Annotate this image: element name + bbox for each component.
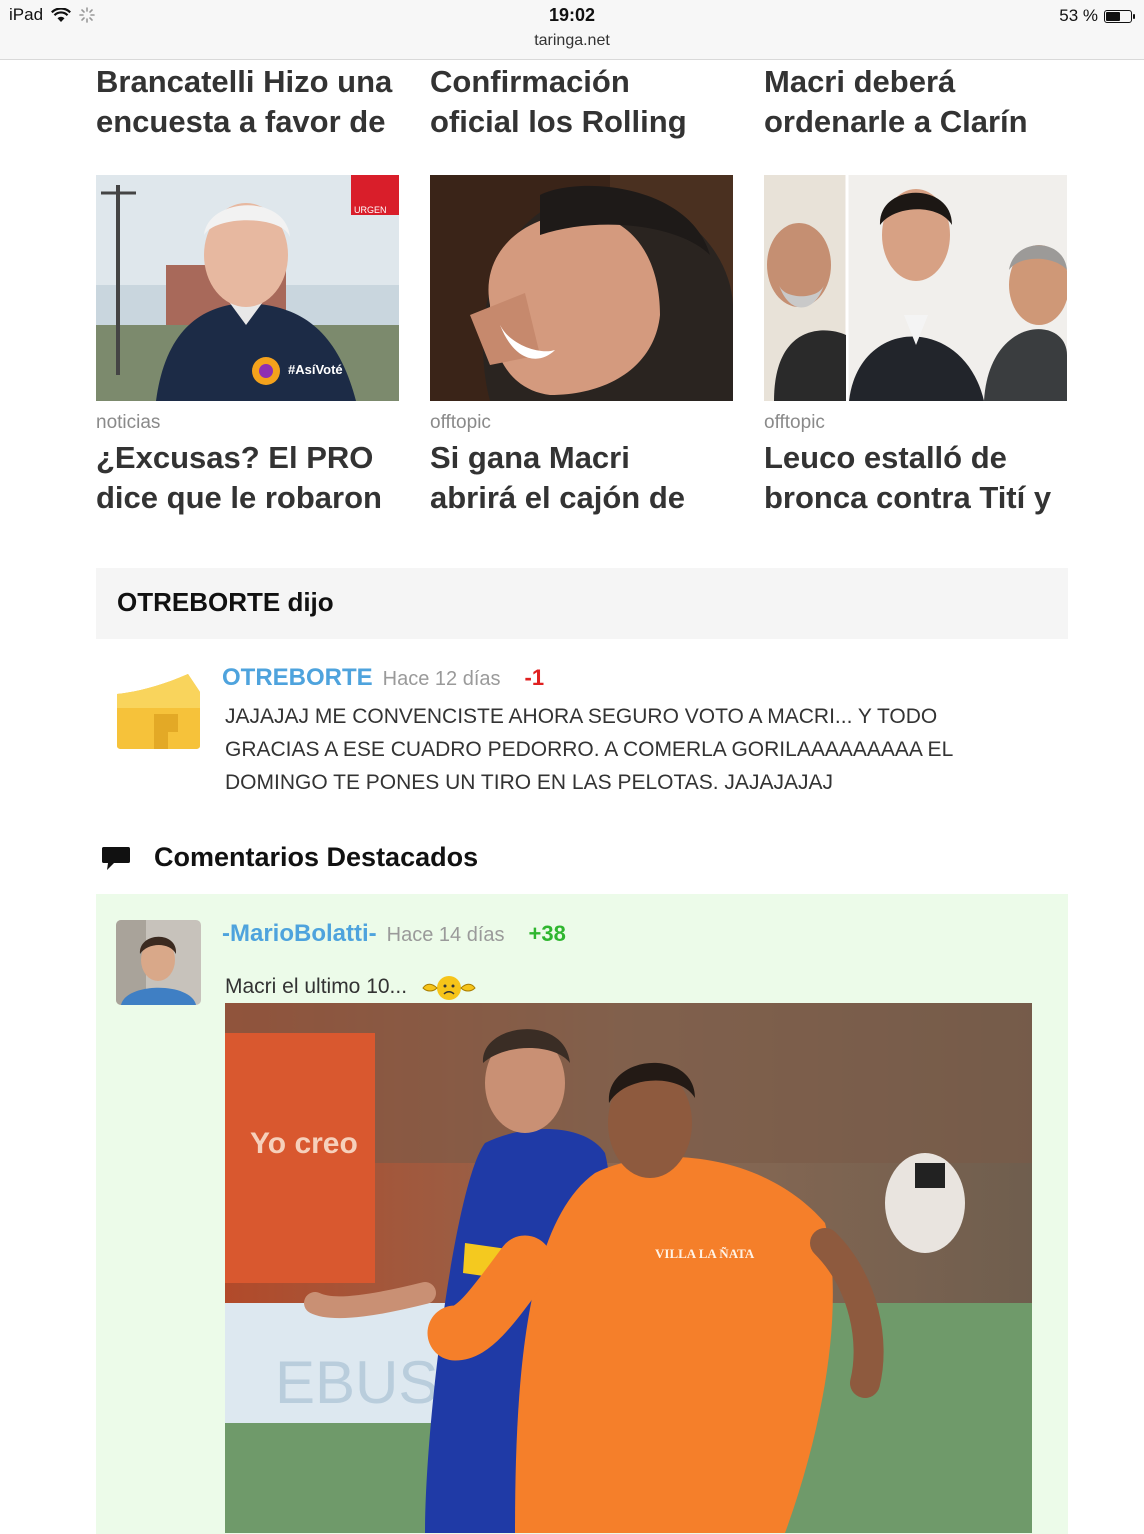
article-category[interactable]: offtopic bbox=[764, 412, 825, 434]
featured-meta: -MarioBolatti- Hace 14 días +38 bbox=[222, 920, 566, 948]
quote-header-title: OTREBORTE dijo bbox=[117, 587, 334, 617]
article-title-line: Leuco estalló de bbox=[764, 440, 1007, 475]
user-avatar-photo bbox=[116, 920, 201, 1005]
comment-image[interactable]: Yo creo EBUS VILLA LA ÑATA bbox=[225, 1003, 1032, 1533]
quote-time: Hace 12 días bbox=[382, 668, 501, 690]
section-title: Comentarios Destacados bbox=[154, 842, 479, 872]
shirt-text: VILLA LA ÑATA bbox=[655, 1246, 755, 1261]
article-title-line: Macri deberá bbox=[764, 64, 956, 99]
news-photo: URGEN #AsíVoté bbox=[96, 175, 399, 401]
article-title-1[interactable]: ¿Excusas? El PRO dice que le robaron bbox=[96, 438, 416, 518]
quote-header: OTREBORTE dijo bbox=[96, 568, 1068, 639]
article-thumbnail-1[interactable]: URGEN #AsíVoté bbox=[96, 175, 399, 401]
featured-text: Macri el ultimo 10... bbox=[225, 975, 408, 998]
address-url[interactable]: taringa.net bbox=[0, 32, 1144, 50]
urgent-tag: URGEN bbox=[354, 205, 387, 215]
article-title-line: Confirmación bbox=[430, 64, 630, 99]
article-title-line: Brancatelli Hizo una bbox=[96, 64, 393, 99]
featured-text-row: Macri el ultimo 10... bbox=[225, 972, 477, 1002]
status-right: 53 % bbox=[1059, 6, 1135, 26]
featured-time: Hace 14 días bbox=[386, 924, 505, 946]
article-thumbnail-2[interactable] bbox=[430, 175, 733, 401]
banner-text: Yo creo bbox=[250, 1127, 358, 1160]
top-article-3[interactable]: Macri deberá ordenarle a Clarín bbox=[764, 62, 1067, 142]
article-title-line: dice que le robaron bbox=[96, 480, 382, 515]
top-article-2[interactable]: Confirmación oficial los Rolling bbox=[430, 62, 733, 142]
article-category[interactable]: noticias bbox=[96, 412, 160, 434]
battery-icon bbox=[1104, 9, 1135, 23]
avatar[interactable] bbox=[116, 920, 201, 1005]
article-category[interactable]: offtopic bbox=[430, 412, 491, 434]
quote-text-line: DOMINGO TE PONES UN TIRO EN LAS PELOTAS.… bbox=[225, 771, 833, 794]
article-title-line: bronca contra Tití y bbox=[764, 480, 1052, 515]
hashtag-badge: #AsíVoté bbox=[288, 362, 343, 377]
top-article-1[interactable]: Brancatelli Hizo una encuesta a favor de bbox=[96, 62, 399, 142]
article-title-3[interactable]: Leuco estalló de bronca contra Tití y bbox=[764, 438, 1084, 518]
three-men-photo bbox=[764, 175, 1067, 401]
article-title-line: abrirá el cajón de bbox=[430, 480, 685, 515]
sad-emoji-icon bbox=[422, 976, 476, 1000]
article-title-line: ¿Excusas? El PRO bbox=[96, 440, 374, 475]
quote-score[interactable]: -1 bbox=[525, 665, 545, 691]
quote-meta: OTREBORTE Hace 12 días -1 bbox=[222, 664, 544, 692]
article-title-line: Si gana Macri bbox=[430, 440, 630, 475]
quote-username[interactable]: OTREBORTE bbox=[222, 664, 373, 692]
cheese-avatar-icon bbox=[117, 674, 200, 749]
article-title-line: oficial los Rolling bbox=[430, 104, 687, 139]
article-title-line: encuesta a favor de bbox=[96, 104, 386, 139]
quote-text: JAJAJAJ ME CONVENCISTE AHORA SEGURO VOTO… bbox=[225, 700, 1025, 799]
article-title-2[interactable]: Si gana Macri abrirá el cajón de bbox=[430, 438, 750, 518]
featured-username[interactable]: -MarioBolatti- bbox=[222, 920, 377, 948]
laughing-man-photo bbox=[430, 175, 733, 401]
article-thumbnail-3[interactable] bbox=[764, 175, 1067, 401]
soccer-photo: Yo creo EBUS VILLA LA ÑATA bbox=[225, 1003, 1032, 1533]
featured-score[interactable]: +38 bbox=[529, 921, 566, 947]
article-title-line: ordenarle a Clarín bbox=[764, 104, 1028, 139]
default-avatar[interactable] bbox=[116, 672, 202, 750]
quote-text-line: JAJAJAJ ME CONVENCISTE AHORA SEGURO VOTO… bbox=[225, 705, 938, 728]
ad-board-text: EBUS bbox=[275, 1349, 438, 1416]
clock: 19:02 bbox=[548, 5, 596, 25]
status-bar: iPad 19:02 taringa.net 53 % bbox=[0, 0, 1144, 60]
quote-text-line: GRACIAS A ESE CUADRO PEDORRO. A COMERLA … bbox=[225, 738, 954, 761]
battery-percent: 53 % bbox=[1059, 6, 1098, 25]
featured-comments-heading: Comentarios Destacados bbox=[100, 842, 478, 873]
speech-bubble-icon bbox=[102, 846, 130, 870]
